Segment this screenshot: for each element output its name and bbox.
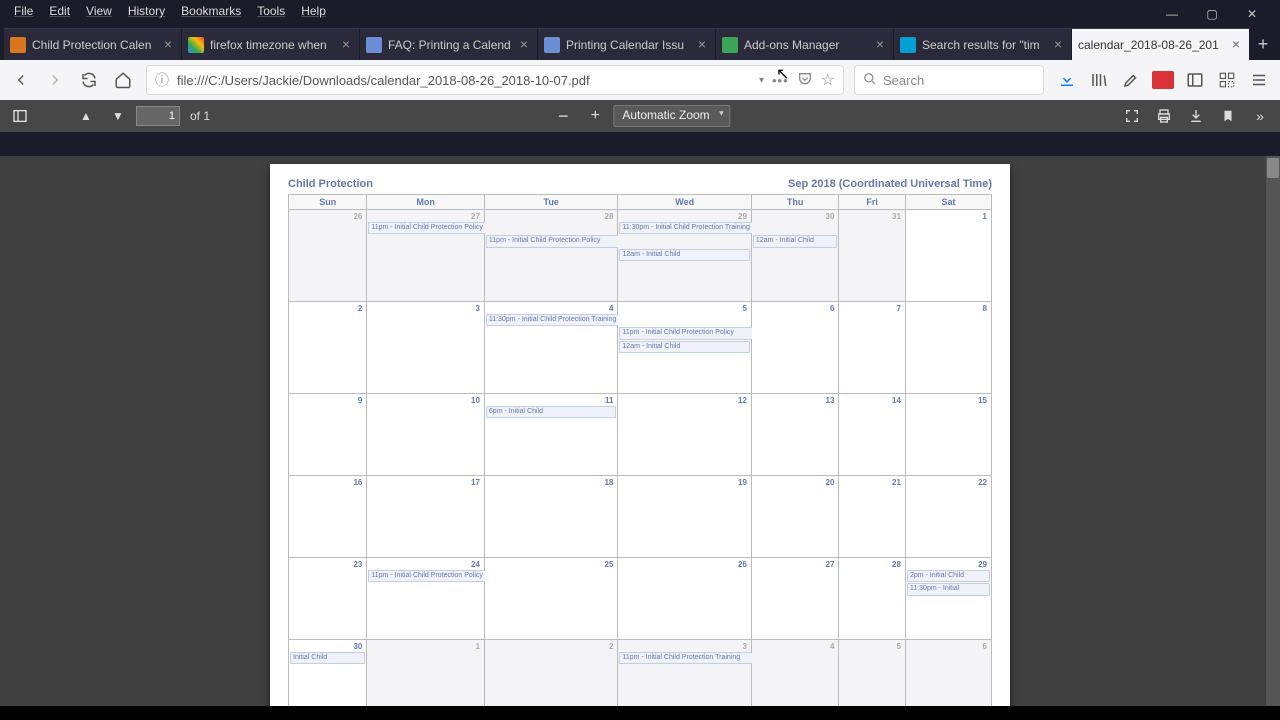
pdf-prev-page[interactable]: ▲ (72, 104, 100, 128)
hamburger-menu-button[interactable] (1244, 65, 1274, 95)
bottom-bar (0, 706, 1280, 720)
pdf-viewer[interactable]: Child Protection Sep 2018 (Coordinated U… (0, 156, 1280, 706)
pocket-button[interactable] (1148, 65, 1178, 95)
search-icon (863, 72, 877, 89)
pdf-page-input[interactable] (136, 106, 180, 126)
close-icon[interactable]: × (873, 38, 887, 52)
pdf-bookmark[interactable] (1214, 104, 1242, 128)
minimize-button[interactable]: — (1152, 2, 1192, 26)
calendar-event: 11:30pm - Initial Child Protection Train… (486, 314, 619, 326)
calendar-event: 11:30pm - Initial Child Protection Train… (619, 222, 752, 234)
calendar-event: 11pm - Initial Child Protection Policy (486, 235, 619, 247)
tab-calendar-pdf[interactable]: calendar_2018-08-26_201 × (1072, 28, 1250, 60)
close-icon[interactable]: × (1051, 38, 1065, 52)
sidebar-toggle-button[interactable] (1180, 65, 1210, 95)
calendar-event: 11pm - Initial Child Protection Policy (368, 570, 485, 582)
close-icon[interactable]: × (161, 38, 175, 52)
pdf-zoom-in[interactable]: + (581, 104, 609, 128)
tab-label: calendar_2018-08-26_201 (1078, 38, 1225, 52)
scrollbar-thumb[interactable] (1267, 158, 1279, 178)
calendar-title: Child Protection (288, 178, 373, 190)
url-text: file:///C:/Users/Jackie/Downloads/calend… (177, 73, 751, 88)
calendar-month: Sep 2018 (Coordinated Universal Time) (788, 178, 992, 190)
menu-history[interactable]: History (120, 2, 173, 20)
calendar-grid: SunMonTueWedThuFriSat 26 2711pm - Initia… (288, 194, 992, 706)
menu-bar: File Edit View History Bookmarks Tools H… (0, 2, 334, 26)
library-button[interactable] (1084, 65, 1114, 95)
reload-button[interactable] (74, 65, 104, 95)
calendar-event: 2pm - Initial Child (907, 570, 990, 582)
close-icon[interactable]: × (1229, 38, 1243, 52)
containers-button[interactable] (1212, 65, 1242, 95)
menu-tools[interactable]: Tools (249, 2, 293, 20)
search-bar[interactable]: Search (854, 65, 1044, 95)
tab-label: FAQ: Printing a Calend (388, 38, 513, 52)
url-bar[interactable]: ⓘ file:///C:/Users/Jackie/Downloads/cale… (146, 65, 844, 95)
tab-child-protection[interactable]: Child Protection Calen × (4, 28, 182, 60)
new-tab-button[interactable]: + (1250, 28, 1276, 60)
calendar-event: 11pm - Initial Child Protection Training (619, 652, 752, 664)
close-window-button[interactable]: ✕ (1232, 2, 1272, 26)
tab-bar: Child Protection Calen × firefox timezone… (0, 28, 1280, 60)
pdf-zoom-out[interactable]: − (549, 104, 577, 128)
calendar-event: 12am - Initial Child (619, 341, 750, 353)
close-icon[interactable]: × (517, 38, 531, 52)
tab-label: firefox timezone when (210, 38, 335, 52)
pdf-page-total: of 1 (184, 109, 216, 123)
pocket-icon[interactable] (797, 71, 813, 90)
menu-view[interactable]: View (78, 2, 120, 20)
bookmark-star-icon[interactable]: ☆ (821, 70, 835, 90)
pdf-toolbar: ▲ ▼ of 1 − + Automatic Zoom » (0, 100, 1280, 132)
search-placeholder: Search (883, 73, 924, 88)
pdf-print[interactable] (1150, 104, 1178, 128)
back-button[interactable] (6, 65, 36, 95)
pdf-tools-menu[interactable]: » (1246, 104, 1274, 128)
page-actions-icon[interactable]: ••• (772, 73, 789, 88)
tab-label: Add-ons Manager (744, 38, 869, 52)
home-button[interactable] (108, 65, 138, 95)
pdf-fullscreen[interactable] (1118, 104, 1146, 128)
pdf-page: Child Protection Sep 2018 (Coordinated U… (270, 164, 1010, 706)
pdf-next-page[interactable]: ▼ (104, 104, 132, 128)
tab-printing-issue[interactable]: Printing Calendar Issu × (538, 28, 716, 60)
menu-edit[interactable]: Edit (41, 2, 78, 20)
menu-bookmarks[interactable]: Bookmarks (173, 2, 249, 20)
highlighter-button[interactable] (1116, 65, 1146, 95)
menu-file[interactable]: File (6, 2, 41, 20)
calendar-event: 12am - Initial Child (619, 249, 750, 261)
forward-button[interactable] (40, 65, 70, 95)
calendar-event: 12am - Initial Child (753, 235, 838, 247)
tab-search-results[interactable]: Search results for "tim × (894, 28, 1072, 60)
right-toolbar (1048, 65, 1274, 95)
maximize-button[interactable]: ▢ (1192, 2, 1232, 26)
downloads-button[interactable] (1052, 65, 1082, 95)
info-icon[interactable]: ⓘ (155, 70, 169, 90)
tab-addons[interactable]: Add-ons Manager × (716, 28, 894, 60)
nav-toolbar: ⓘ file:///C:/Users/Jackie/Downloads/cale… (0, 60, 1280, 100)
chevron-down-icon[interactable]: ▾ (759, 75, 764, 86)
close-icon[interactable]: × (695, 38, 709, 52)
close-icon[interactable]: × (339, 38, 353, 52)
vertical-scrollbar[interactable] (1266, 156, 1280, 706)
tab-label: Child Protection Calen (32, 38, 157, 52)
calendar-event: Initial Child (290, 652, 365, 664)
calendar-event: 11pm - Initial Child Protection Policy (619, 327, 752, 339)
tab-firefox-timezone[interactable]: firefox timezone when × (182, 28, 360, 60)
pdf-download[interactable] (1182, 104, 1210, 128)
tab-faq-printing[interactable]: FAQ: Printing a Calend × (360, 28, 538, 60)
pdf-sidebar-toggle[interactable] (6, 104, 34, 128)
tab-label: Printing Calendar Issu (566, 38, 691, 52)
calendar-event: 6pm - Initial Child (486, 406, 617, 418)
calendar-event: 11:30pm - Initial (907, 583, 990, 595)
calendar-event: 11pm - Initial Child Protection Policy (368, 222, 485, 234)
tab-label: Search results for "tim (922, 38, 1047, 52)
pdf-zoom-select[interactable]: Automatic Zoom (613, 105, 730, 127)
menu-help[interactable]: Help (293, 2, 334, 20)
